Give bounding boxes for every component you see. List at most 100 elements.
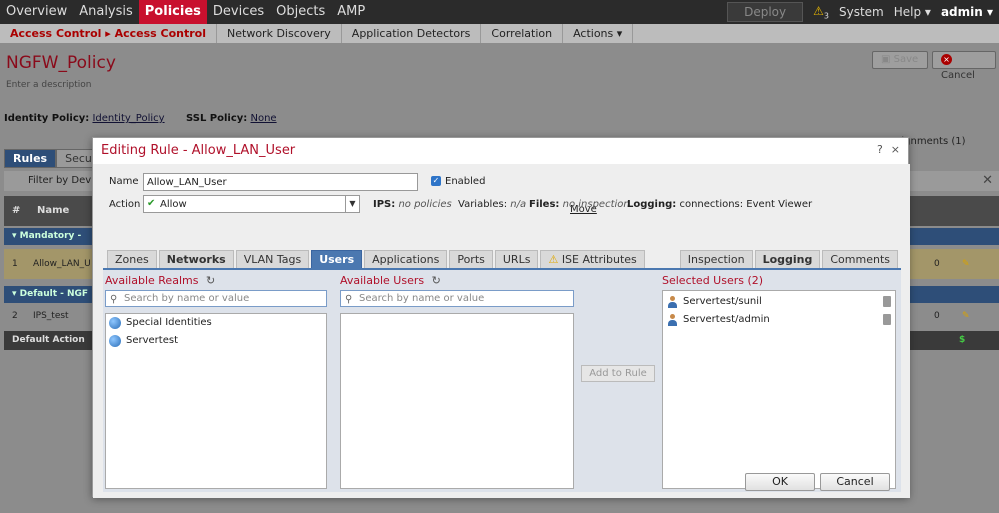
allow-check-icon: ✔ <box>147 198 156 209</box>
tab-rules[interactable]: Rules <box>4 149 57 168</box>
tab-ports[interactable]: Ports <box>449 250 493 268</box>
ips-label: IPS: <box>373 199 396 210</box>
identity-policy-link[interactable]: Identity_Policy <box>92 113 164 124</box>
cancel-button[interactable]: × Cancel <box>932 51 996 81</box>
warning-icon: ⚠ <box>548 253 559 266</box>
nav-tab-devices[interactable]: Devices <box>207 0 270 24</box>
nav-tab-amp[interactable]: AMP <box>331 0 371 24</box>
subnav-correlation[interactable]: Correlation <box>481 24 564 43</box>
files-value: no inspection <box>562 199 630 210</box>
nav-tab-analysis[interactable]: Analysis <box>73 0 139 24</box>
available-users-label: Available Users <box>340 274 425 287</box>
breadcrumb[interactable]: Access Control ▸ Access Control <box>0 24 218 43</box>
enabled-checkbox[interactable]: ✓ <box>431 176 441 186</box>
nav-tab-objects[interactable]: Objects <box>270 0 331 24</box>
tab-users[interactable]: Users <box>311 250 363 268</box>
user-search-placeholder: Search by name or value <box>359 293 485 304</box>
cancel-icon: × <box>941 54 952 65</box>
search-icon: ⚲ <box>345 294 353 305</box>
logging-value: connections: Event Viewer <box>679 199 813 210</box>
dialog-title: Editing Rule - Allow_LAN_User <box>101 143 296 158</box>
nav-tab-overview[interactable]: Overview <box>0 0 73 24</box>
tab-urls[interactable]: URLs <box>494 250 539 268</box>
save-label: Save <box>893 54 919 65</box>
tab-vlan-tags[interactable]: VLAN Tags <box>235 250 310 268</box>
variables-value: n/a <box>510 199 527 210</box>
enabled-label: Enabled <box>445 176 486 187</box>
user-search-input[interactable]: ⚲ Search by name or value <box>340 290 574 307</box>
nav-tab-policies[interactable]: Policies <box>138 0 207 24</box>
refresh-icon[interactable]: ↻ <box>432 274 441 287</box>
page-title: NGFW_Policy <box>6 53 116 73</box>
ssl-policy: SSL Policy: None <box>186 113 277 124</box>
subnav-application-detectors[interactable]: Application Detectors <box>342 24 482 43</box>
col-name: Name <box>37 205 70 216</box>
trash-icon[interactable] <box>883 296 891 307</box>
page-description[interactable]: Enter a description <box>6 80 91 90</box>
row-name: Allow_LAN_U <box>33 259 91 269</box>
col-hash: # <box>12 205 21 216</box>
list-item[interactable]: Servertest/admin <box>663 311 895 329</box>
ssl-policy-label: SSL Policy: <box>186 113 248 124</box>
edit-icon[interactable]: ✎ <box>962 249 970 279</box>
hit-count: 0 <box>934 259 940 269</box>
tab-applications[interactable]: Applications <box>364 250 448 268</box>
alerts[interactable]: ⚠3 <box>813 4 829 20</box>
system-menu[interactable]: System <box>839 5 884 19</box>
subnav-actions[interactable]: Actions ▾ <box>563 24 634 43</box>
top-navigation: Overview Analysis Policies Devices Objec… <box>0 0 999 24</box>
tab-inspection[interactable]: Inspection <box>679 250 753 268</box>
list-item[interactable]: Servertest/sunil <box>663 293 895 311</box>
user-icon <box>667 296 678 308</box>
tab-logging[interactable]: Logging <box>754 250 821 268</box>
tab-ise-attributes[interactable]: ⚠ ISE Attributes <box>540 250 645 268</box>
globe-icon <box>109 317 121 329</box>
tab-networks[interactable]: Networks <box>158 250 234 268</box>
dollar-icon[interactable]: $ <box>959 331 965 350</box>
tab-zones[interactable]: Zones <box>107 250 157 268</box>
tab-comments[interactable]: Comments <box>822 250 898 268</box>
row-name: IPS_test <box>33 311 69 321</box>
realm-search-placeholder: Search by name or value <box>124 293 250 304</box>
close-icon[interactable]: × <box>891 143 900 156</box>
files-label: Files: <box>529 199 560 210</box>
action-select[interactable]: ✔ Allow ▼ <box>143 195 360 213</box>
row-number: 2 <box>12 311 18 321</box>
available-realms-heading: Available Realms ↻ <box>105 274 215 287</box>
identity-policy: Identity Policy: Identity_Policy <box>4 113 165 124</box>
list-item[interactable]: Special Identities <box>106 314 326 332</box>
rule-tabs: Zones Networks VLAN Tags Users Applicati… <box>107 250 645 268</box>
realm-name: Servertest <box>126 335 178 346</box>
add-to-rule-button[interactable]: Add to Rule <box>581 365 655 382</box>
sub-navigation: Access Control ▸ Access Control Network … <box>0 24 999 43</box>
rule-tabs-right: Inspection Logging Comments <box>679 250 898 268</box>
clear-filter-icon[interactable]: ✕ <box>982 171 993 191</box>
realms-list: Special Identities Servertest <box>105 313 327 489</box>
globe-icon <box>109 335 121 347</box>
name-field[interactable]: Allow_LAN_User <box>143 173 418 191</box>
refresh-icon[interactable]: ↻ <box>206 274 215 287</box>
dialog-cancel-button[interactable]: Cancel <box>820 473 890 491</box>
list-item[interactable]: Servertest <box>106 332 326 350</box>
edit-icon[interactable]: ✎ <box>962 305 970 327</box>
help-icon[interactable]: ? <box>877 143 883 156</box>
variables-label: Variables: <box>458 199 508 210</box>
filter-by-device[interactable]: Filter by Devic <box>28 175 99 186</box>
help-menu[interactable]: Help ▾ <box>894 5 931 19</box>
trash-icon[interactable] <box>883 314 891 325</box>
deploy-button[interactable]: Deploy <box>727 2 804 22</box>
default-group-label: Default - NGF <box>19 289 89 299</box>
ssl-policy-link[interactable]: None <box>251 113 277 124</box>
identity-policy-label: Identity Policy: <box>4 113 90 124</box>
alert-count: 3 <box>823 11 829 21</box>
save-button[interactable]: ▣ Save <box>872 51 928 69</box>
ok-button[interactable]: OK <box>745 473 815 491</box>
user-menu[interactable]: admin ▾ <box>941 5 993 19</box>
warning-icon: ⚠ <box>813 3 824 18</box>
selected-users-heading: Selected Users (2) <box>662 274 764 287</box>
logging-label: Logging: <box>627 199 677 210</box>
action-value: Allow <box>160 199 187 210</box>
ips-value: no policies <box>398 199 452 210</box>
realm-search-input[interactable]: ⚲ Search by name or value <box>105 290 327 307</box>
subnav-network-discovery[interactable]: Network Discovery <box>217 24 342 43</box>
